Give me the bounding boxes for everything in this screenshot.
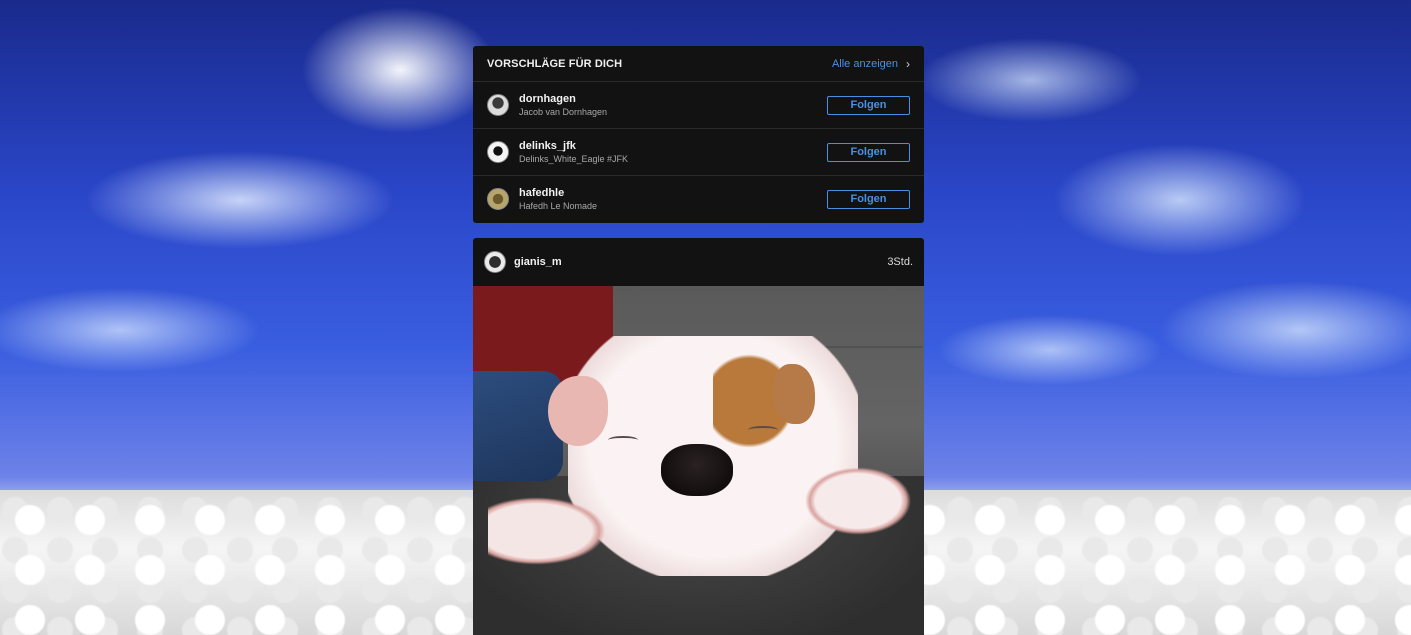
suggestions-header: VORSCHLÄGE FÜR DICH Alle anzeigen › <box>473 46 924 82</box>
see-all-link[interactable]: Alle anzeigen › <box>832 57 910 71</box>
post-header: gianis_m 3Std. <box>473 238 924 286</box>
puppy-left-eye <box>608 436 638 444</box>
suggestion-full-name: Hafedh Le Nomade <box>519 200 598 211</box>
avatar[interactable] <box>487 188 509 210</box>
post-timestamp[interactable]: 3Std. <box>887 256 913 268</box>
puppy-nose <box>661 444 733 496</box>
suggestion-user-info: delinks_jfk Delinks_White_Eagle #JFK <box>519 140 827 164</box>
puppy-right-eye <box>748 426 778 434</box>
suggestion-item: hafedhle Hafedh Le Nomade Folgen <box>473 176 924 222</box>
suggestion-username[interactable]: dornhagen <box>519 93 827 106</box>
puppy-left-paw <box>488 496 608 566</box>
chevron-right-icon[interactable]: › <box>906 57 910 71</box>
feed-post: gianis_m 3Std. <box>473 238 924 635</box>
suggestion-item: delinks_jfk Delinks_White_Eagle #JFK Fol… <box>473 129 924 176</box>
suggestion-username[interactable]: delinks_jfk <box>519 140 827 153</box>
suggestion-username[interactable]: hafedhle <box>519 187 827 200</box>
follow-button[interactable]: Folgen <box>827 189 910 209</box>
suggestions-title: VORSCHLÄGE FÜR DICH <box>487 57 623 70</box>
avatar[interactable] <box>484 251 506 273</box>
avatar[interactable] <box>487 94 509 116</box>
suggestion-full-name: Delinks_White_Eagle #JFK <box>519 153 629 164</box>
suggestion-user-info: hafedhle Hafedh Le Nomade <box>519 187 827 211</box>
suggestion-full-name: Jacob van Dornhagen <box>519 106 608 117</box>
follow-button[interactable]: Folgen <box>827 142 910 162</box>
see-all-label[interactable]: Alle anzeigen <box>832 58 898 70</box>
follow-button[interactable]: Folgen <box>827 95 910 115</box>
post-image[interactable] <box>473 286 924 635</box>
suggestion-item: dornhagen Jacob van Dornhagen Folgen <box>473 82 924 129</box>
puppy-right-paw <box>803 466 913 536</box>
person-jeans <box>473 371 563 481</box>
post-username[interactable]: gianis_m <box>514 256 887 268</box>
suggestion-user-info: dornhagen Jacob van Dornhagen <box>519 93 827 117</box>
avatar[interactable] <box>487 141 509 163</box>
puppy-left-ear <box>548 376 608 446</box>
puppy-right-ear <box>773 364 815 424</box>
suggestions-panel: VORSCHLÄGE FÜR DICH Alle anzeigen › dorn… <box>473 46 924 223</box>
